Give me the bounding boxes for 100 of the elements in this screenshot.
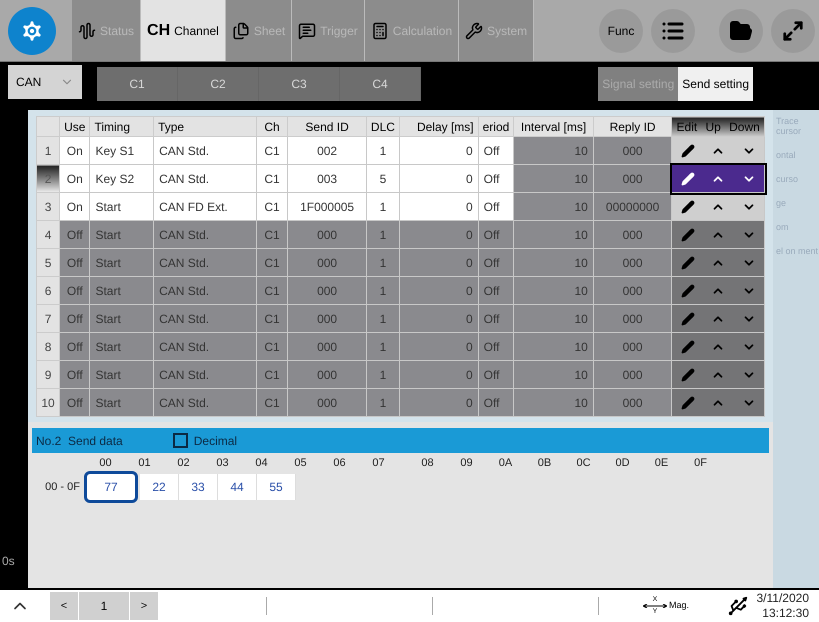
column-header: Reply ID [593,116,672,136]
table-cell: 0 [399,248,478,276]
byte-header: 0E [654,456,670,469]
table-cell: 0 [399,304,478,332]
row-number[interactable]: 7 [36,304,60,332]
table-cell: Off [478,332,514,360]
channel-tab[interactable]: C3 [259,67,340,101]
row-number[interactable]: 4 [36,220,60,248]
table-cell: Start [90,304,154,332]
list-button[interactable] [651,8,695,52]
usb-icon[interactable] [727,595,750,617]
byte-field[interactable]: 55 [257,474,296,500]
table-cell: 10 [514,360,594,388]
row-number[interactable]: 8 [36,332,60,360]
table-cell: 10 [514,192,594,220]
table-cell: CAN Std. [154,164,256,192]
table-cell: 10 [514,304,594,332]
table-cell: C1 [256,332,288,360]
table-cell: Off [478,248,514,276]
table-cell: Key S1 [90,136,154,164]
table-cell: 10 [514,164,594,192]
table-cell: C1 [256,388,288,416]
previous-page-button[interactable]: < [50,592,78,620]
row-number[interactable]: 5 [36,248,60,276]
byte-header: 0F [693,456,708,469]
decimal-checkbox[interactable] [172,433,188,448]
top-tab[interactable]: CH Channel [141,0,226,61]
table-cell: Off [478,388,514,416]
row-number[interactable]: 6 [36,276,60,304]
row-label: 00 - 0F [44,480,81,495]
channel-tab[interactable]: C1 [97,67,178,101]
date-text: 3/11/2020 [756,591,809,606]
table-cell: 000 [288,220,366,248]
column-header: Up [706,118,721,136]
edit-icon[interactable] [680,144,695,158]
byte-field[interactable]: 44 [218,474,257,500]
row-number[interactable]: 10 [36,388,60,416]
can-dropdown[interactable]: CAN [8,65,82,99]
table-cell: CAN FD Ext. [154,192,256,220]
settings-button[interactable] [8,6,56,54]
byte-field[interactable]: 22 [140,474,179,500]
byte-header: 01 [137,456,152,469]
row-number[interactable]: 3 [36,192,60,220]
column-header: Timing [90,116,154,136]
table-cell: Off [478,304,514,332]
waveform-icon [78,22,96,40]
edit-icon[interactable] [680,200,695,214]
table-cell: 002 [288,136,366,164]
table-cell: 0 [399,332,478,360]
byte-field[interactable]: 33 [179,474,218,500]
table-cell: On [60,164,90,192]
table-cell: 1 [366,136,400,164]
byte-header: 03 [215,456,230,469]
channel-tab[interactable]: C2 [178,67,259,101]
table-cell: Off [60,388,90,416]
table-cell: On [60,192,90,220]
next-page-button[interactable]: > [130,592,158,620]
expand-button[interactable] [771,8,815,52]
table-cell: 00000000 [593,192,672,220]
byte-header: 0B [536,456,552,469]
channel-tab[interactable]: C4 [340,67,421,101]
table-cell: 000 [288,304,366,332]
table-cell: CAN Std. [154,332,256,360]
table-cell: C1 [256,276,288,304]
column-header: Interval [ms] [514,116,594,136]
table-cell: Off [478,192,514,220]
byte-field[interactable]: 77 [84,471,138,503]
table-cell: 10 [514,276,594,304]
table-cell: Start [90,360,154,388]
table-cell: 0 [399,220,478,248]
table-cell: 10 [514,388,594,416]
page-button[interactable]: 1 [79,592,129,620]
row-number[interactable]: 9 [36,360,60,388]
table-cell: 000 [288,248,366,276]
column-header: Edit [676,118,698,136]
table-cell: Start [90,388,154,416]
table-cell: Off [60,332,90,360]
table-cell: 003 [288,164,366,192]
byte-header: 02 [176,456,191,469]
table-cell: 0 [399,360,478,388]
setting-tab[interactable]: Send setting [678,67,753,101]
func-button[interactable]: Func [599,8,643,52]
table-cell: C1 [256,192,288,220]
table-cell: 000 [593,332,672,360]
table-cell: 1F000005 [288,192,366,220]
table-cell: Off [478,136,514,164]
table-cell: 000 [288,276,366,304]
table-cell: Off [478,164,514,192]
row-number[interactable]: 1 [36,136,60,164]
table-cell: Off [60,360,90,388]
table-cell: 1 [366,220,400,248]
table-cell: 000 [593,388,672,416]
table-cell: 000 [593,164,672,192]
table-cell: 000 [593,276,672,304]
byte-header: 09 [459,456,474,469]
table-cell: Off [478,360,514,388]
column-header: Down [729,118,760,136]
column-header: Ch [256,116,288,136]
table-cell: 0 [399,192,478,220]
folder-button[interactable] [719,8,763,52]
